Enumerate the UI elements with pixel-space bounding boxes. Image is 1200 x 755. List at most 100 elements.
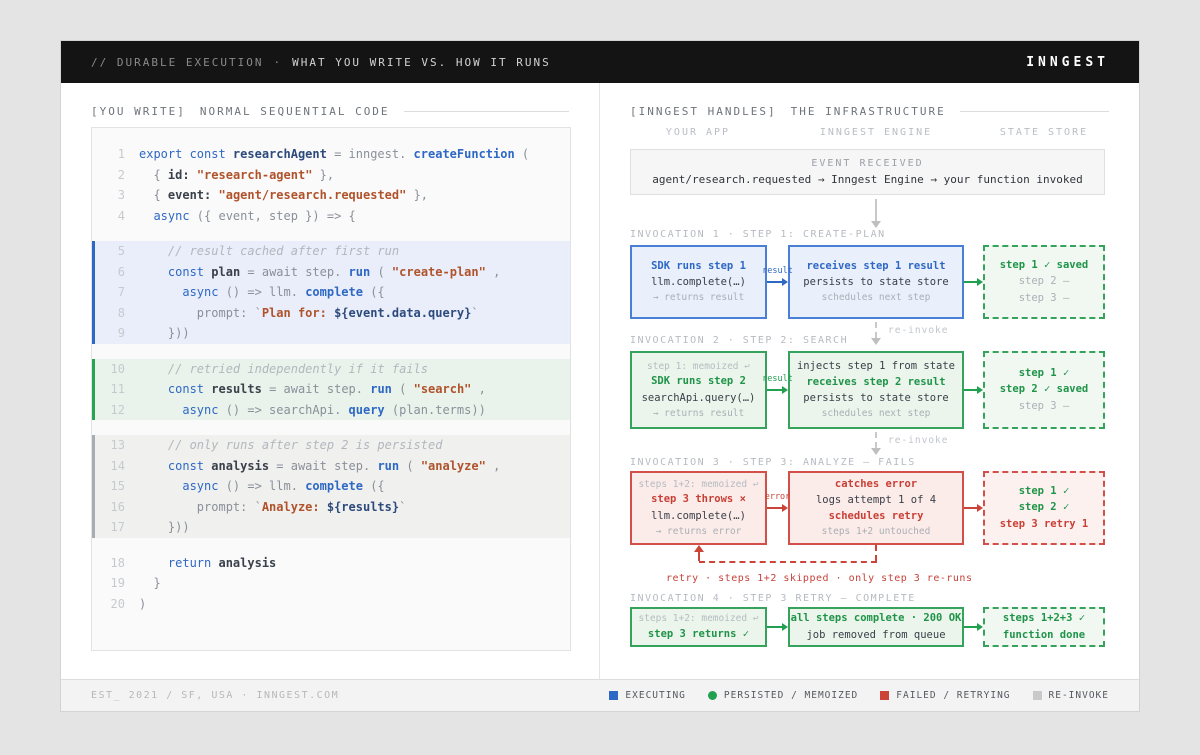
column-header: INNGEST ENGINE	[820, 127, 932, 138]
code-token: async	[139, 403, 218, 417]
arrow-shaft	[767, 389, 782, 391]
code-text: )	[139, 594, 146, 615]
box-line: schedules next step	[822, 292, 931, 304]
code-token: = await step.	[262, 382, 370, 396]
code-line: 8 prompt: `Plan for: ${event.data.query}…	[92, 303, 570, 324]
code-line: 20)	[92, 594, 570, 615]
flow-arrow	[964, 607, 983, 647]
code-text: const plan = await step. run ( "create-p…	[139, 262, 500, 283]
invocation-label: INVOCATION 3 · STEP 3: ANALYZE — FAILS	[630, 457, 916, 468]
footer-meta: EST_ 2021 / SF, USA · INNGEST.COM	[91, 690, 339, 701]
line-number: 8	[95, 303, 125, 324]
code-token: `	[399, 500, 406, 514]
arrow-shaft	[767, 626, 782, 628]
invocation-row: step 1: memoized ↩SDK runs step 2searchA…	[630, 351, 1105, 429]
code-line: 10 // retried independently if it fails	[92, 359, 570, 380]
code-text: }))	[139, 517, 190, 538]
line-number: 9	[95, 323, 125, 344]
box-line: schedules next step	[822, 408, 931, 420]
code-token: ${results}	[327, 500, 399, 514]
line-number: 4	[95, 206, 125, 227]
box-line: receives step 1 result	[806, 260, 945, 273]
box-line: steps 1+2+3 ✓	[1003, 612, 1085, 625]
legend-label: PERSISTED / MEMOIZED	[724, 690, 858, 701]
code-text: { id: "research-agent" },	[139, 165, 334, 186]
state-box: step 1 ✓step 2 ✓step 3 retry 1	[983, 471, 1105, 545]
box-line: llm.complete(…)	[651, 510, 746, 523]
code-text: prompt: `Plan for: ${event.data.query}`	[139, 303, 479, 324]
code-token: run	[377, 459, 399, 473]
reinvoke-label: re-invoke	[888, 325, 948, 336]
box-line: step 1 ✓	[1019, 367, 1070, 380]
engine-box: all steps complete · 200 OKjob removed f…	[788, 607, 964, 647]
footer-bar: EST_ 2021 / SF, USA · INNGEST.COM EXECUT…	[61, 679, 1139, 711]
state-box: steps 1+2+3 ✓function done	[983, 607, 1105, 647]
code-text: // result cached after first run	[139, 241, 399, 262]
box-line: step 3 returns ✓	[648, 628, 749, 641]
box-line: step 3 —	[1019, 400, 1070, 413]
box-line: → returns result	[653, 292, 745, 304]
code-token: run	[370, 382, 392, 396]
reinvoke-arrow	[875, 322, 877, 338]
arrow-head	[782, 386, 788, 394]
legend-item: RE-INVOKE	[1033, 690, 1109, 701]
engine-box: receives step 1 resultpersists to state …	[788, 245, 964, 319]
line-number: 11	[95, 379, 125, 400]
code-text: return analysis	[139, 553, 276, 574]
brand: INNGEST	[1026, 55, 1109, 70]
code-token	[190, 168, 197, 182]
box-line: SDK runs step 1	[651, 260, 746, 273]
code-token: (	[515, 147, 529, 161]
flow-diagram: EVENT RECEIVED agent/research.requested …	[630, 83, 1105, 681]
box-line: steps 1+2: memoized ↩	[638, 613, 758, 625]
code-token: ,	[486, 265, 500, 279]
box-line: logs attempt 1 of 4	[816, 494, 936, 507]
column-header: YOUR APP	[666, 127, 730, 138]
reinvoke-label: re-invoke	[888, 435, 948, 446]
reinvoke-arrow	[875, 432, 877, 448]
code-token: )	[139, 597, 146, 611]
box-line: catches error	[835, 478, 917, 491]
code-text: }))	[139, 323, 190, 344]
code-token: = await step.	[269, 459, 377, 473]
invocation-label: INVOCATION 4 · STEP 3 RETRY — COMPLETE	[630, 593, 916, 604]
result-arrow: result	[767, 245, 788, 319]
code-token: "agent/research.requested"	[219, 188, 407, 202]
title-rule	[404, 111, 569, 112]
code-block: 1export const researchAgent = inngest. c…	[91, 127, 571, 651]
code-token: Analyze:	[262, 500, 327, 514]
legend-label: EXECUTING	[625, 690, 685, 701]
line-number: 6	[95, 262, 125, 283]
state-box: step 1 ✓ savedstep 2 —step 3 —	[983, 245, 1105, 319]
code-token: ,	[471, 382, 485, 396]
header-bar: // DURABLE EXECUTION·WHAT YOU WRITE VS. …	[61, 41, 1139, 83]
arrow-head	[977, 504, 983, 512]
arrow-label: result	[762, 266, 793, 276]
code-line: 11 const results = await step. run ( "se…	[92, 379, 570, 400]
line-number: 17	[95, 517, 125, 538]
line-number: 14	[95, 456, 125, 477]
code-token: "analyze"	[421, 459, 486, 473]
flow-arrow	[964, 245, 983, 319]
code-token: run	[349, 265, 371, 279]
code-line: 1export const researchAgent = inngest. c…	[92, 144, 570, 165]
code-panel-name: NORMAL SEQUENTIAL CODE	[200, 105, 390, 118]
flow-arrow	[964, 471, 983, 545]
column-header: STATE STORE	[1000, 127, 1088, 138]
code-token: ({	[363, 285, 385, 299]
line-number: 20	[95, 594, 125, 615]
flow-arrow	[964, 351, 983, 429]
legend-item: FAILED / RETRYING	[880, 690, 1010, 701]
code-token: {	[139, 188, 168, 202]
code-line: 17 }))	[92, 517, 570, 538]
code-token: }	[139, 576, 161, 590]
code-text: // only runs after step 2 is persisted	[139, 435, 442, 456]
code-token: (	[392, 382, 414, 396]
code-text: { event: "agent/research.requested" },	[139, 185, 428, 206]
code-token: const	[139, 459, 204, 473]
line-number: 13	[95, 435, 125, 456]
code-token: analysis	[211, 459, 269, 473]
code-token: async	[139, 285, 218, 299]
line-number: 15	[95, 476, 125, 497]
event-text: agent/research.requested → Inngest Engin…	[652, 173, 1082, 186]
